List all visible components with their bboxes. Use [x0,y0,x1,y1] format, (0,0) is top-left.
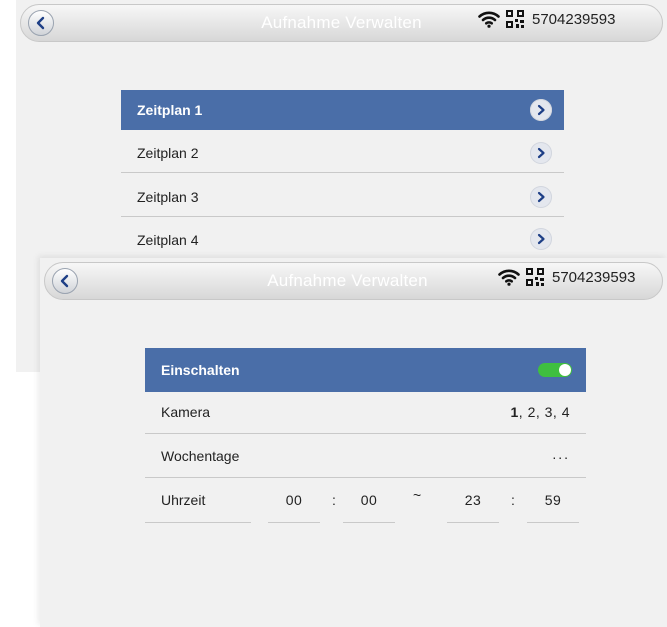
chevron-right-icon [537,191,545,203]
time-label: Uhrzeit [161,492,206,508]
schedule-item-label: Zeitplan 1 [137,102,203,118]
start-minute-field[interactable]: 00 [343,492,395,508]
range-separator: ~ [413,487,422,503]
camera-value[interactable]: 1, 2, 3, 4 [511,404,571,420]
end-minute-underline [527,522,579,523]
chevron-right-icon [537,147,545,159]
qr-code-icon[interactable] [506,10,524,28]
chevron-button[interactable] [530,186,552,208]
top-bar: Aufnahme Verwalten 5704239593 [16,0,667,54]
start-hour-underline [268,522,320,523]
chevron-right-icon [537,104,545,116]
start-minute-underline [343,522,395,523]
schedule-settings-screen: Aufnahme Verwalten 5704239593 Einschalte… [40,258,667,627]
wifi-icon [478,11,500,28]
top-bar: Aufnahme Verwalten 5704239593 [40,258,667,312]
schedule-item-2[interactable]: Zeitplan 2 [121,133,564,173]
enable-row[interactable]: Einschalten [145,348,586,392]
divider [145,522,251,523]
chevron-button[interactable] [530,99,552,121]
camera-row[interactable]: Kamera 1, 2, 3, 4 [145,390,586,434]
toggle-knob [559,364,571,376]
weekdays-value[interactable]: ... [552,446,570,462]
time-colon: : [511,492,515,508]
weekdays-row[interactable]: Wochentage ... [145,434,586,478]
chevron-right-icon [537,233,545,245]
enable-label: Einschalten [161,362,240,378]
end-hour-underline [447,522,499,523]
enable-toggle[interactable] [538,363,572,377]
end-minute-field[interactable]: 59 [527,492,579,508]
camera-value-rest: , 2, 3, 4 [518,404,570,420]
schedule-item-3[interactable]: Zeitplan 3 [121,177,564,217]
chevron-button[interactable] [530,142,552,164]
chevron-button[interactable] [530,228,552,250]
schedule-item-4[interactable]: Zeitplan 4 [121,220,564,260]
weekdays-label: Wochentage [161,448,240,464]
start-hour-field[interactable]: 00 [268,492,320,508]
time-row: Uhrzeit 00 : 00 ~ 23 : 59 [145,478,586,523]
schedule-item-1[interactable]: Zeitplan 1 [121,90,564,130]
schedule-item-label: Zeitplan 3 [137,188,199,205]
camera-label: Kamera [161,404,211,420]
status-area: 5704239593 [498,268,635,286]
schedule-item-label: Zeitplan 2 [137,144,199,161]
wifi-icon [498,269,520,286]
status-area: 5704239593 [478,10,615,28]
device-id: 5704239593 [532,10,616,28]
time-colon: : [332,492,336,508]
camera-value-first: 1 [510,404,519,420]
schedule-item-label: Zeitplan 4 [137,232,199,248]
qr-code-icon[interactable] [526,268,544,286]
device-id: 5704239593 [552,268,636,286]
end-hour-field[interactable]: 23 [447,492,499,508]
